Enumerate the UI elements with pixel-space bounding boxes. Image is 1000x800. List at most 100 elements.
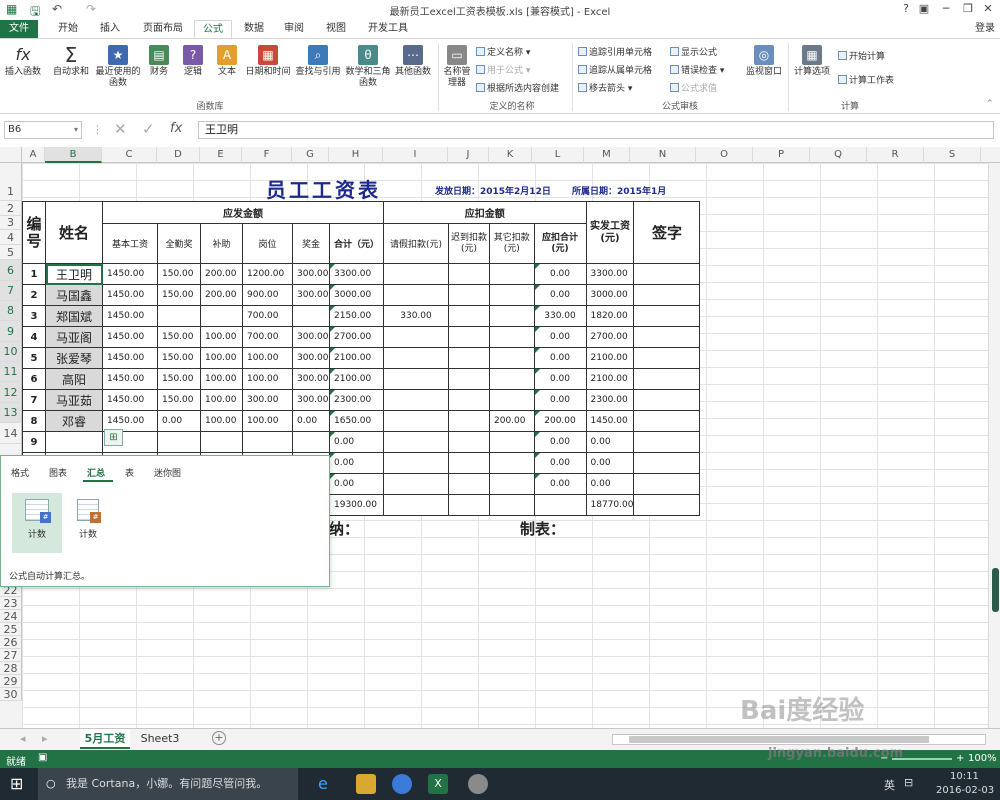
quick-analysis-button[interactable]: ⊞: [104, 429, 123, 446]
cell-leave[interactable]: [383, 347, 449, 369]
employee-name-cell[interactable]: 马亚茹: [45, 389, 103, 411]
cell-empty[interactable]: [157, 431, 201, 453]
row-header[interactable]: 12: [0, 382, 22, 403]
financial-button[interactable]: ▤ 财务: [144, 45, 174, 78]
cell-late[interactable]: [448, 305, 490, 327]
cell-empty[interactable]: [448, 452, 490, 474]
use-in-formula-button[interactable]: 用于公式 ▾: [476, 63, 530, 76]
cell-subsidy[interactable]: 100.00: [200, 410, 243, 432]
row-header[interactable]: 11: [0, 362, 22, 382]
cell-empty[interactable]: [45, 431, 103, 453]
remove-arrows-button[interactable]: 移去箭头 ▾: [578, 81, 632, 94]
row-header[interactable]: 9: [0, 321, 22, 342]
tab-developer[interactable]: 开发工具: [360, 20, 416, 38]
cell-post[interactable]: 900.00: [242, 284, 293, 306]
cell-post[interactable]: 700.00: [242, 305, 293, 327]
cell-post[interactable]: 100.00: [242, 410, 293, 432]
row-header[interactable]: 27: [0, 649, 22, 662]
cell-total[interactable]: 3000.00: [329, 284, 384, 306]
row-header[interactable]: 29: [0, 675, 22, 688]
column-header-d[interactable]: D: [157, 147, 200, 163]
cell-total[interactable]: 3300.00: [329, 263, 384, 285]
cell-other[interactable]: [489, 284, 535, 306]
h-scroll-thumb[interactable]: [629, 736, 929, 743]
cell-base[interactable]: 1450.00: [102, 263, 158, 285]
qa-tab-tables[interactable]: 表: [125, 466, 134, 479]
cell-actual[interactable]: 3300.00: [585, 263, 635, 285]
cell-empty[interactable]: [489, 431, 535, 453]
cell-late[interactable]: [448, 284, 490, 306]
select-all-corner[interactable]: [0, 147, 22, 163]
cell-attendance[interactable]: 150.00: [157, 389, 201, 411]
column-header-m[interactable]: M: [584, 147, 630, 163]
calculate-now-button[interactable]: 开始计算: [838, 49, 885, 62]
cell-actual[interactable]: 2100.00: [585, 368, 635, 390]
employee-name-cell[interactable]: 王卫明: [45, 263, 103, 285]
cell-late[interactable]: [448, 368, 490, 390]
cell-other[interactable]: [489, 263, 535, 285]
column-header-n[interactable]: N: [630, 147, 696, 163]
cell-sign[interactable]: [633, 389, 701, 411]
cell-sign[interactable]: [633, 305, 701, 327]
cell-total[interactable]: 1650.00: [329, 410, 384, 432]
column-header-a[interactable]: A: [22, 147, 45, 163]
lookup-reference-button[interactable]: ⌕ 查找与引用: [294, 45, 342, 78]
qa-tab-formatting[interactable]: 格式: [11, 466, 29, 479]
row-header[interactable]: 26: [0, 636, 22, 649]
cell-bonus[interactable]: [292, 305, 330, 327]
cell-total[interactable]: 2100.00: [329, 368, 384, 390]
vertical-scrollbar[interactable]: [988, 163, 1000, 728]
cell-actual[interactable]: 1450.00: [585, 410, 635, 432]
maximize-button[interactable]: ❐: [958, 2, 978, 15]
row-header[interactable]: 13: [0, 403, 22, 423]
cell-leave[interactable]: [383, 368, 449, 390]
sheet-tab-sheet3[interactable]: Sheet3: [136, 729, 184, 749]
cell-post[interactable]: 100.00: [242, 368, 293, 390]
insert-function-button[interactable]: fx 插入函数: [2, 45, 44, 78]
cell-total-zero[interactable]: 0.00: [329, 452, 384, 474]
horizontal-scrollbar[interactable]: [612, 734, 986, 745]
cortana-search-box[interactable]: ○ 我是 Cortana，小娜。有问题尽管问我。: [38, 768, 298, 800]
insert-function-icon[interactable]: fx: [170, 121, 182, 136]
cell-leave[interactable]: [383, 389, 449, 411]
clock-time[interactable]: 10:11: [950, 771, 979, 782]
enter-icon[interactable]: ✓: [142, 120, 155, 138]
row-header[interactable]: 5: [0, 245, 22, 260]
browser-icon[interactable]: [392, 774, 412, 794]
row-header[interactable]: 7: [0, 281, 22, 301]
cell-empty[interactable]: [448, 431, 490, 453]
cell-empty[interactable]: [200, 431, 243, 453]
file-explorer-icon[interactable]: [356, 774, 376, 794]
calculation-options-button[interactable]: ▦ 计算选项: [790, 45, 834, 78]
login-link[interactable]: 登录: [970, 20, 1000, 38]
cell-empty[interactable]: [633, 473, 701, 495]
cell-actual-zero[interactable]: 0.00: [585, 452, 635, 474]
ime-indicator[interactable]: 英: [884, 777, 895, 793]
cell-empty[interactable]: [292, 431, 330, 453]
name-box[interactable]: B6 ▾: [4, 121, 82, 139]
qa-tab-charts[interactable]: 图表: [49, 466, 67, 479]
row-header[interactable]: 10: [0, 342, 22, 362]
ribbon-display-options-icon[interactable]: ▣: [914, 2, 934, 15]
row-header[interactable]: 25: [0, 623, 22, 636]
row-header[interactable]: 28: [0, 662, 22, 675]
cell-empty[interactable]: [242, 431, 293, 453]
watch-window-button[interactable]: ◎ 监视窗口: [742, 45, 786, 78]
cell-actual-zero[interactable]: 0.00: [585, 431, 635, 453]
notification-icon[interactable]: ⊟: [904, 776, 913, 789]
cancel-icon[interactable]: ✕: [114, 120, 127, 138]
cell-late[interactable]: [448, 389, 490, 411]
employee-name-cell[interactable]: 马亚阁: [45, 326, 103, 348]
column-header-c[interactable]: C: [102, 147, 157, 163]
cell-sign[interactable]: [633, 368, 701, 390]
cell-subsidy[interactable]: 100.00: [200, 326, 243, 348]
row-header[interactable]: 4: [0, 230, 22, 245]
date-time-button[interactable]: ▦ 日期和时间: [244, 45, 292, 78]
cell-empty[interactable]: [533, 494, 587, 516]
cell-deduct-zero[interactable]: 0.00: [533, 452, 587, 474]
recent-functions-button[interactable]: ★ 最近使用的函数: [94, 45, 142, 89]
cell-post[interactable]: 300.00: [242, 389, 293, 411]
row-header[interactable]: 1: [0, 163, 22, 201]
cell-empty[interactable]: [448, 473, 490, 495]
excel-taskbar-icon[interactable]: X: [428, 774, 448, 794]
